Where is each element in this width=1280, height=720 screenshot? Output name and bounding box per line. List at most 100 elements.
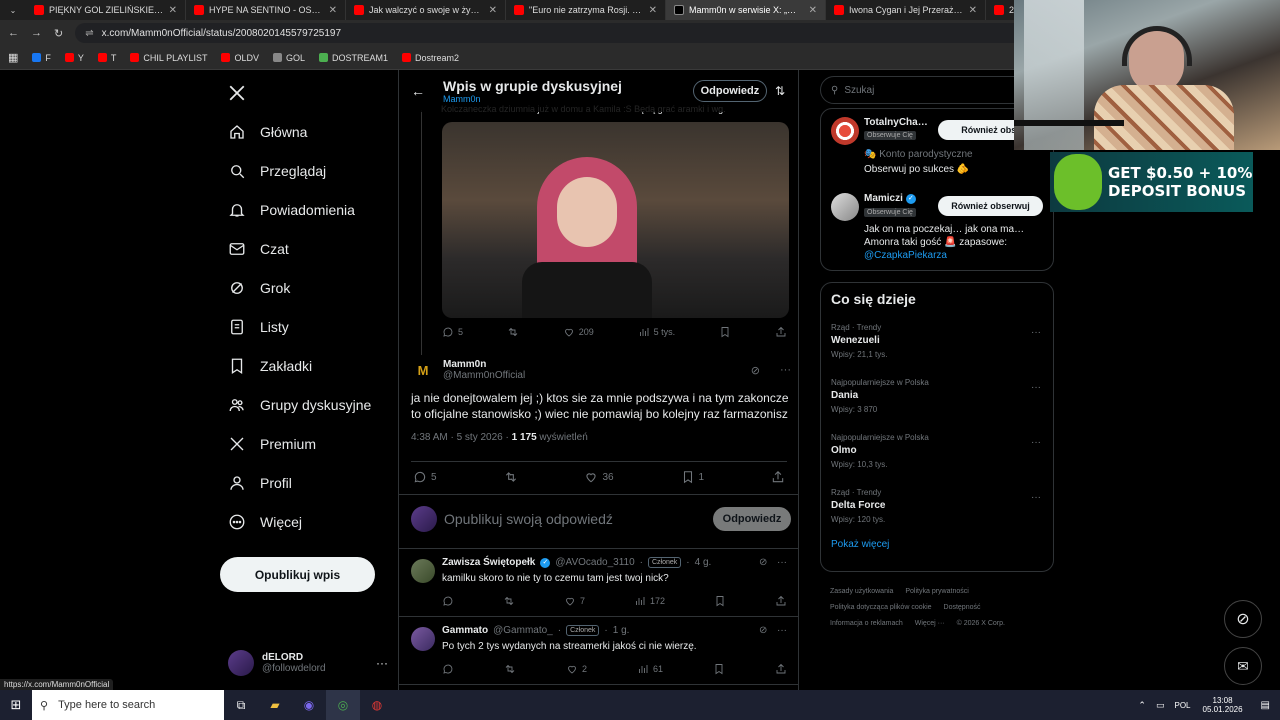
notifications-icon[interactable]: ▤ <box>1261 700 1270 711</box>
share-icon[interactable] <box>775 326 787 338</box>
post-image[interactable] <box>442 122 789 318</box>
bookmark-item[interactable]: Y <box>64 53 84 63</box>
views-action[interactable]: 61 <box>637 663 663 675</box>
share-icon[interactable] <box>775 663 787 675</box>
nav-item-lists[interactable]: Listy <box>220 307 398 346</box>
like-action[interactable]: 2 <box>566 663 587 675</box>
tray-arrow-icon[interactable]: ⌃ <box>1138 700 1146 711</box>
tab-close-icon[interactable]: ✕ <box>969 5 977 16</box>
follow-name-wrap[interactable]: Mamiczi ✓ <box>864 193 916 204</box>
bookmark-icon[interactable] <box>714 595 726 607</box>
reply-author-name[interactable]: Gammato <box>442 625 488 636</box>
search-input[interactable]: Szukaj <box>844 85 874 96</box>
avatar[interactable] <box>411 559 435 583</box>
nav-item-communities[interactable]: Grupy dyskusyjne <box>220 385 398 424</box>
obs-icon[interactable]: ◍ <box>360 698 394 712</box>
tab-close-icon[interactable]: ✕ <box>169 5 177 16</box>
reply-input[interactable]: Opublikuj swoją odpowiedź <box>444 511 713 527</box>
browser-tab[interactable]: HYPE NA SENTINO - OSZUSTW ✕ <box>186 0 346 20</box>
nav-item-notifications[interactable]: Powiadomienia <box>220 190 398 229</box>
filter-icon[interactable]: ⇅ <box>775 84 785 98</box>
tab-close-icon[interactable]: ✕ <box>809 5 817 16</box>
reload-icon[interactable]: ↻ <box>54 27 63 40</box>
reply-submit-button[interactable]: Odpowiedz <box>713 507 791 531</box>
reply-icon[interactable] <box>442 663 454 675</box>
reply-item[interactable]: Gammato @Gammato_ · Członek · 1 g. ⊘ ··· Po tych… <box>399 617 798 685</box>
trend-item[interactable]: Rząd · Trendy Delta Force Wpisy: 120 tys. ·… <box>821 480 1053 535</box>
account-switcher[interactable]: dELORD @followdelord ··· <box>228 646 388 680</box>
x-logo-icon[interactable] <box>220 76 398 110</box>
network-icon[interactable]: ▭ <box>1156 700 1165 711</box>
chrome-icon[interactable]: ◎ <box>326 690 360 720</box>
language-indicator[interactable]: POL <box>1174 701 1190 710</box>
grok-icon[interactable]: ⊘ <box>759 557 767 568</box>
more-dots-icon[interactable]: ··· <box>1031 437 1041 448</box>
nav-item-premium[interactable]: Premium <box>220 424 398 463</box>
post-timestamp[interactable]: 4:38 AM · 5 sty 2026 · <box>411 432 512 443</box>
like-action[interactable]: 36 <box>584 470 614 484</box>
header-reply-button[interactable]: Odpowiedz <box>692 80 767 102</box>
author-name[interactable]: Mamm0n <box>443 359 743 370</box>
taskbar-search[interactable]: ⚲ Type here to search <box>32 690 224 720</box>
reply-author-handle[interactable]: @AVOcado_3110 <box>555 557 634 568</box>
avatar[interactable] <box>411 627 435 651</box>
apps-grid-icon[interactable]: ▦ <box>8 51 18 64</box>
reply-item[interactable]: Zawisza Świętopełk ✓ @AVOcado_3110 · Członek… <box>399 549 798 617</box>
trend-item[interactable]: Rząd · Trendy Wenezueli Wpisy: 21,1 tys. ··… <box>821 315 1053 370</box>
bookmark-item[interactable]: OLDV <box>221 53 259 63</box>
more-dots-icon[interactable]: ··· <box>777 625 787 636</box>
bookmark-item[interactable]: T <box>97 53 116 63</box>
bookmark-item[interactable]: DOSTREAM1 <box>318 53 388 63</box>
footer-link[interactable]: Polityka prywatności <box>905 588 968 595</box>
reply-author-handle[interactable]: @Gammato_ <box>493 625 553 636</box>
bookmark-action[interactable]: 1 <box>681 470 704 484</box>
bookmark-item[interactable]: GOL <box>272 53 305 63</box>
more-dots-icon[interactable]: ··· <box>376 656 388 670</box>
reply-time[interactable]: 4 g. <box>695 557 712 568</box>
reply-author-name[interactable]: Zawisza Świętopełk <box>442 557 535 568</box>
more-dots-icon[interactable]: ··· <box>780 364 791 376</box>
reply-action[interactable]: 5 <box>413 470 437 484</box>
grok-icon[interactable]: ⊘ <box>751 364 760 377</box>
share-icon[interactable] <box>771 470 785 484</box>
tab-close-icon[interactable]: ✕ <box>329 5 337 16</box>
nav-item-profile[interactable]: Profil <box>220 463 398 502</box>
footer-link[interactable]: Zasady użytkowania <box>830 588 893 595</box>
repost-icon[interactable] <box>507 326 519 338</box>
nav-item-chat[interactable]: Czat <box>220 229 398 268</box>
reply-time[interactable]: 1 g. <box>613 625 630 636</box>
discord-icon[interactable]: ◉ <box>292 698 326 712</box>
task-view-icon[interactable]: ⧉ <box>224 698 258 713</box>
messages-icon[interactable]: ✉ <box>1224 647 1262 685</box>
file-explorer-icon[interactable]: ▰ <box>258 698 292 712</box>
footer-link[interactable]: Dostępność <box>944 604 981 611</box>
share-icon[interactable] <box>775 595 787 607</box>
more-dots-icon[interactable]: ··· <box>1031 382 1041 393</box>
repost-icon[interactable] <box>504 470 518 484</box>
views-action[interactable]: 5 tys. <box>638 326 675 338</box>
browser-tab[interactable]: Mamm0n w serwisie X: „@Total ✕ <box>666 0 826 20</box>
tab-close-icon[interactable]: ✕ <box>489 5 497 16</box>
follow-back-button[interactable]: Również obserwuj <box>938 196 1043 216</box>
repost-icon[interactable] <box>503 595 515 607</box>
avatar[interactable] <box>831 193 859 221</box>
bookmark-item[interactable]: Dostream2 <box>402 53 459 63</box>
trend-item[interactable]: Najpopularniejsze w Polska Olmo Wpisy: 10,… <box>821 425 1053 480</box>
nav-item-more[interactable]: Więcej <box>220 502 398 541</box>
grok-icon[interactable]: ⊘ <box>1224 600 1262 638</box>
reply-action[interactable]: 5 <box>442 326 463 338</box>
browser-tab[interactable]: "Euro nie zatrzyma Rosji. To po ✕ <box>506 0 666 20</box>
back-icon[interactable]: ← <box>8 27 19 39</box>
footer-link[interactable]: Informacja o reklamach <box>830 620 903 627</box>
tab-menu-icon[interactable]: ⌄ <box>0 0 26 20</box>
more-dots-icon[interactable]: ··· <box>1031 492 1041 503</box>
like-action[interactable]: 209 <box>563 326 594 338</box>
more-dots-icon[interactable]: ··· <box>1031 327 1041 338</box>
tab-close-icon[interactable]: ✕ <box>649 5 657 16</box>
more-dots-icon[interactable]: ··· <box>777 557 787 568</box>
show-more-link[interactable]: Pokaż więcej <box>821 535 1053 554</box>
author-handle[interactable]: @Mamm0nOfficial <box>443 370 743 381</box>
browser-tab[interactable]: Iwona Cygan i Jej Przerażająca ✕ <box>826 0 986 20</box>
browser-tab[interactable]: Jak walczyć o swoje w życiu i b ✕ <box>346 0 506 20</box>
taskbar-search-input[interactable]: Type here to search <box>58 699 155 711</box>
